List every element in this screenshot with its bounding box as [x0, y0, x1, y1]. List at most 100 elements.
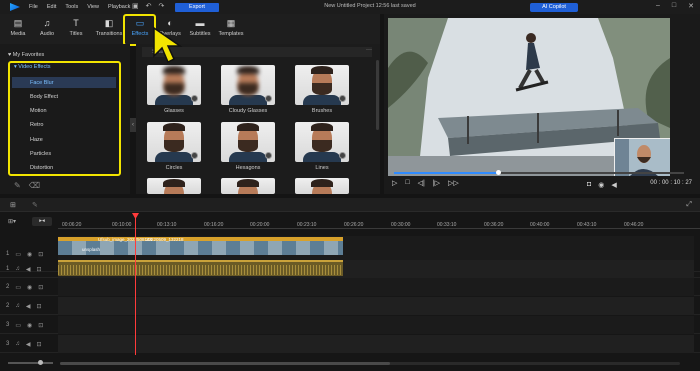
playhead[interactable]	[135, 215, 136, 355]
lock-icon[interactable]: ⊡	[38, 251, 43, 258]
timeline-scrollbar[interactable]	[60, 362, 680, 365]
menu-view[interactable]: View	[87, 4, 99, 10]
media-icon: ▤	[13, 18, 23, 28]
transitions-icon: ◧	[104, 18, 114, 28]
snap-button[interactable]: ▸◂	[32, 217, 52, 226]
video-clip[interactable]: unsplash Ufsub_image_2022508144 20220509…	[58, 237, 343, 255]
close-icon[interactable]: ✕	[688, 2, 694, 10]
snapshot-icon[interactable]: ◘	[587, 181, 591, 189]
tab-titles[interactable]: T Titles	[62, 16, 90, 42]
track-body[interactable]	[58, 260, 694, 278]
download-icon[interactable]	[339, 152, 346, 159]
previous-frame-icon[interactable]: ◁|	[418, 179, 425, 187]
track-number: 1	[6, 266, 10, 272]
download-icon[interactable]	[191, 95, 198, 102]
more-options-icon[interactable]: ···	[366, 47, 372, 53]
lock-icon[interactable]: ⊡	[38, 322, 43, 329]
timeline-ruler[interactable]: 00:06:20 00:10:00 00:13:10 00:16:20 00:2…	[58, 214, 700, 230]
zoom-slider[interactable]	[8, 360, 53, 365]
minimize-icon[interactable]: –	[656, 2, 660, 10]
record-icon[interactable]: ◉	[598, 181, 604, 189]
track-manager-icon[interactable]: ⊞	[10, 201, 16, 209]
effect-thumb-circles[interactable]	[147, 122, 201, 162]
download-icon[interactable]	[265, 152, 272, 159]
redo-icon[interactable]: ↷	[159, 3, 165, 11]
download-icon[interactable]	[265, 95, 272, 102]
lock-icon[interactable]: ⊡	[36, 341, 41, 348]
tab-label: Transitions	[95, 31, 123, 37]
effect-thumb-partial[interactable]	[221, 178, 275, 194]
zoom-handle[interactable]	[38, 360, 43, 365]
speaker-icon[interactable]: ◀	[26, 341, 31, 348]
effect-label: Brushes	[311, 108, 333, 114]
add-track-icon[interactable]: ⊞▾	[8, 218, 16, 225]
lock-icon[interactable]: ⊡	[36, 266, 41, 273]
magic-wand-icon[interactable]: ✎	[14, 181, 21, 190]
menu-tools[interactable]: Tools	[65, 4, 78, 10]
volume-icon[interactable]: ◀	[611, 181, 616, 189]
track-number: 3	[6, 341, 10, 347]
my-favorites[interactable]: ♥ My Favorites	[8, 52, 44, 58]
effect-thumb-partial[interactable]	[295, 178, 349, 194]
speaker-icon[interactable]: ◀	[26, 303, 31, 310]
maximize-icon[interactable]: □	[672, 2, 676, 10]
library-scrollbar[interactable]	[376, 60, 379, 130]
menu-file[interactable]: File	[29, 4, 38, 10]
track-audio-3: 3 ♫ ◀ ⊡	[0, 335, 700, 353]
ai-copilot-button[interactable]: AI Copilot	[530, 3, 578, 12]
track-body[interactable]	[58, 278, 694, 296]
edit-tools-icon[interactable]: ✎	[32, 201, 38, 209]
clip-label: 20220509_132218	[146, 237, 184, 242]
download-icon[interactable]	[191, 152, 198, 159]
scroll-thumb[interactable]	[60, 362, 390, 365]
lock-icon[interactable]: ⊡	[36, 303, 41, 310]
undo-icon[interactable]: ↶	[146, 3, 152, 11]
track-number: 1	[6, 251, 10, 257]
window-controls: – □ ✕	[656, 2, 694, 10]
track-body[interactable]	[58, 316, 694, 334]
fullscreen-timeline-icon[interactable]: ⤢	[686, 201, 692, 209]
track-video-3: 3 ▭ ◉ ⊡	[0, 316, 700, 334]
video-track-icon: ▭	[15, 284, 22, 291]
effect-thumb-partial[interactable]	[147, 178, 201, 194]
menu-bar: File Edit Tools View Playback	[29, 4, 139, 10]
eye-icon[interactable]: ◉	[27, 322, 32, 329]
tab-label: Templates	[218, 31, 244, 37]
export-button[interactable]: Export	[175, 3, 219, 12]
download-icon[interactable]	[339, 95, 346, 102]
play-icon[interactable]: ▷	[392, 179, 397, 187]
pip-overlay[interactable]	[614, 138, 670, 176]
audio-clip[interactable]	[58, 260, 343, 276]
effect-thumb-glasses[interactable]	[147, 65, 201, 105]
tab-templates[interactable]: ▦ Templates	[215, 16, 247, 42]
eraser-icon[interactable]: ⌫	[29, 181, 40, 190]
music-note-icon: ♫	[15, 303, 20, 309]
eye-icon[interactable]: ◉	[27, 251, 32, 258]
effect-thumb-hexagons[interactable]	[221, 122, 275, 162]
quick-actions: ▣ ↶ ↷	[132, 3, 164, 11]
menu-playback[interactable]: Playback	[108, 4, 130, 10]
lock-icon[interactable]: ⊡	[38, 284, 43, 291]
mouse-cursor-icon	[153, 26, 183, 64]
track-body[interactable]	[58, 335, 694, 353]
effect-label: Hexagons	[235, 165, 261, 171]
video-track-icon: ▭	[15, 251, 22, 258]
video-preview[interactable]	[388, 18, 670, 176]
effect-thumb-lines[interactable]	[295, 122, 349, 162]
menu-edit[interactable]: Edit	[47, 4, 56, 10]
save-icon[interactable]: ▣	[132, 3, 139, 11]
speaker-icon[interactable]: ◀	[26, 266, 31, 273]
next-frame-icon[interactable]: |▷	[433, 179, 440, 187]
app-logo	[10, 3, 20, 11]
track-body[interactable]	[58, 297, 694, 315]
effect-thumb-cloudy-glasses[interactable]	[221, 65, 275, 105]
stop-icon[interactable]: □	[405, 179, 409, 187]
tab-audio[interactable]: ♫ Audio	[33, 16, 61, 42]
eye-icon[interactable]: ◉	[27, 284, 32, 291]
fast-forward-icon[interactable]: ▷▷	[448, 179, 459, 187]
tab-media[interactable]: ▤ Media	[4, 16, 32, 42]
tab-transitions[interactable]: ◧ Transitions	[93, 16, 125, 42]
templates-icon: ▦	[226, 18, 236, 28]
preview-seekbar[interactable]	[394, 170, 684, 175]
effect-thumb-brushes[interactable]	[295, 65, 349, 105]
